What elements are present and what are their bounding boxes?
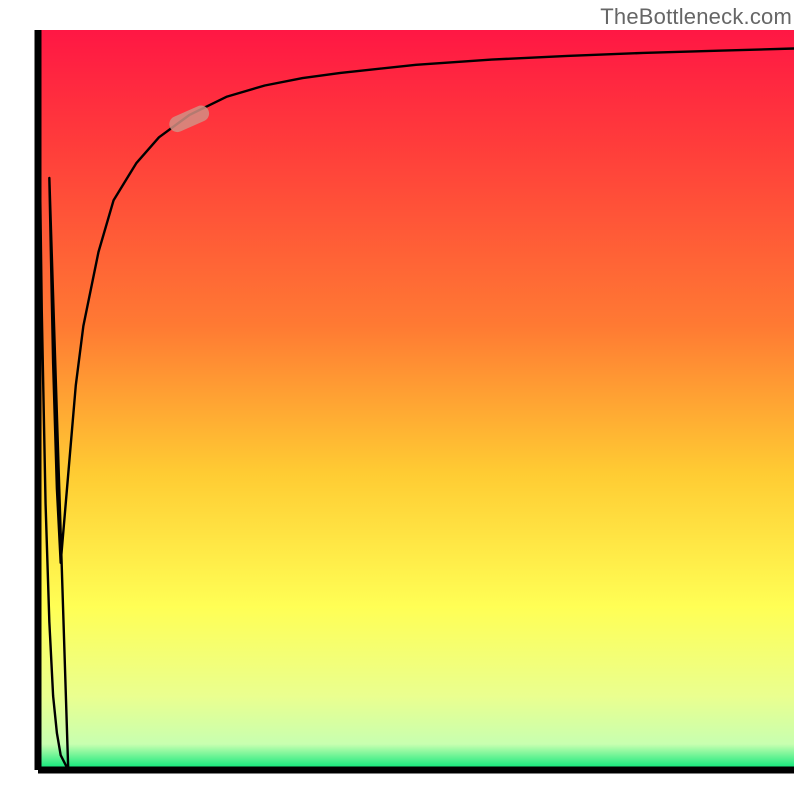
bottleneck-chart	[0, 0, 800, 800]
gradient-background	[38, 30, 794, 770]
chart-container: TheBottleneck.com	[0, 0, 800, 800]
